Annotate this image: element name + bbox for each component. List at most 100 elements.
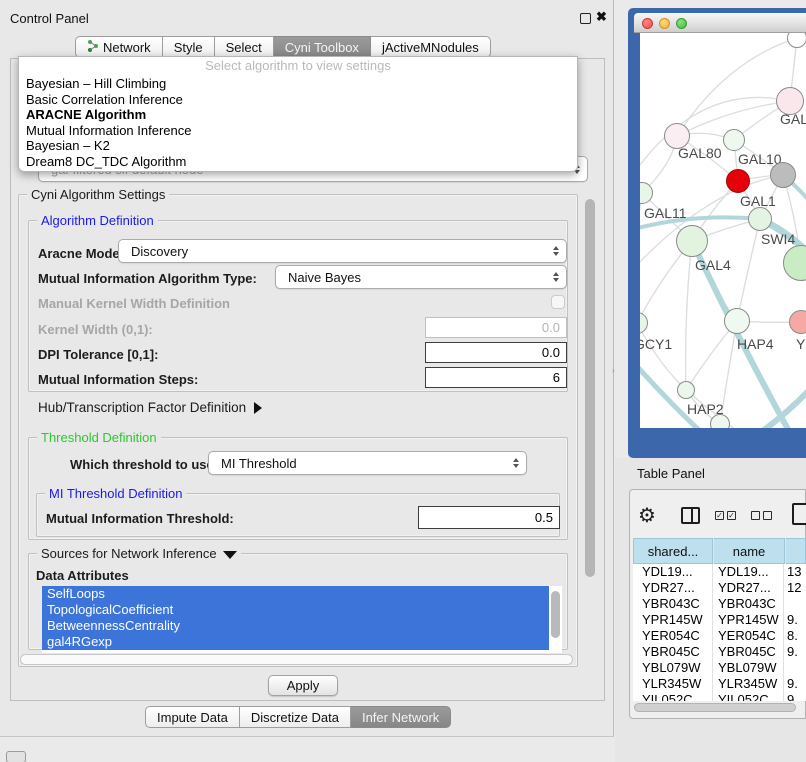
- algorithm-dropdown-popup: Select algorithm to view settings Bayesi…: [18, 56, 578, 172]
- network-node-hap2[interactable]: [677, 381, 695, 399]
- algorithm-option[interactable]: Bayesian – K2: [19, 138, 577, 154]
- mi-threshold-field[interactable]: 0.5: [418, 506, 560, 529]
- network-node-gal10[interactable]: [723, 129, 745, 151]
- network-icon: [87, 39, 99, 56]
- tab-select[interactable]: Select: [215, 36, 274, 58]
- tab-style[interactable]: Style: [163, 36, 215, 58]
- scrollbar-thumb[interactable]: [634, 703, 796, 712]
- column-header[interactable]: [786, 538, 806, 564]
- table-row[interactable]: YIL052CYIL052C9.: [633, 692, 806, 701]
- algorithm-option[interactable]: Dream8 DC_TDC Algorithm: [19, 154, 577, 170]
- table-header-row: shared...name: [633, 538, 806, 564]
- table-cell: YBR043C: [713, 596, 784, 612]
- network-node-swi4[interactable]: [748, 207, 772, 231]
- attribute-list-item[interactable]: gal4RGexp: [42, 634, 549, 650]
- table-cell: 13: [784, 564, 805, 580]
- dpi-tolerance-field[interactable]: 0.0: [425, 342, 567, 363]
- table-cell: [784, 596, 805, 612]
- tab-label: Network: [103, 40, 151, 55]
- panel-resize-grip-icon[interactable]: ›: [612, 367, 617, 374]
- dpi-tolerance-label: DPI Tolerance [0,1]:: [38, 347, 158, 362]
- table-horizontal-scrollbar[interactable]: [631, 702, 804, 714]
- tab-impute-data[interactable]: Impute Data: [145, 706, 240, 728]
- table-cell: YBL079W: [633, 660, 713, 676]
- network-node-y[interactable]: [789, 310, 806, 334]
- apply-button[interactable]: Apply: [268, 675, 338, 696]
- mi-threshold-label: Mutual Information Threshold:: [46, 511, 234, 526]
- node-label: GAL80: [678, 145, 722, 161]
- aracne-mode-value: Discovery: [131, 244, 188, 259]
- split-table-icon[interactable]: [681, 507, 700, 524]
- mi-steps-field[interactable]: 6: [425, 367, 567, 388]
- table-cell: YDL19...: [633, 564, 713, 580]
- table-row[interactable]: YBL079WYBL079W: [633, 660, 806, 676]
- table-row[interactable]: YPR145WYPR145W9.: [633, 612, 806, 628]
- table-cell: 9.: [784, 644, 805, 660]
- which-threshold-combo[interactable]: MI Threshold: [208, 451, 527, 475]
- close-traffic-light-icon[interactable]: [642, 18, 653, 29]
- tab-infer-network[interactable]: Infer Network: [351, 706, 451, 728]
- node-label: HAP4: [737, 336, 774, 352]
- network-node-gal1[interactable]: [726, 169, 750, 193]
- tab-network[interactable]: Network: [75, 36, 163, 58]
- app-root: Control Panel ✖ Network Style SelectCyni T…: [0, 0, 806, 762]
- algorithm-option[interactable]: Bayesian – Hill Climbing: [19, 76, 577, 92]
- tab-discretize-data[interactable]: Discretize Data: [240, 706, 351, 728]
- gear-icon[interactable]: ⚙: [638, 503, 656, 528]
- attribute-list-item[interactable]: SelfLoops: [42, 586, 549, 602]
- algorithm-option[interactable]: Basic Correlation Inference: [19, 92, 577, 108]
- aracne-mode-combo[interactable]: Discovery: [118, 239, 567, 263]
- table-row[interactable]: YBR045CYBR045C9.: [633, 644, 806, 660]
- table-row[interactable]: YLR345WYLR345W9.: [633, 676, 806, 692]
- network-node[interactable]: [710, 414, 730, 428]
- data-attributes-list[interactable]: SelfLoopsTopologicalCoefficientBetweenne…: [42, 586, 562, 653]
- control-panel-title: Control Panel: [10, 11, 89, 26]
- settings-vertical-scrollbar[interactable]: [583, 197, 597, 663]
- table-mode-icon[interactable]: [792, 503, 806, 525]
- hub-definition-toggle[interactable]: Hub/Transcription Factor Definition: [38, 400, 262, 415]
- network-node-gal4[interactable]: [676, 225, 708, 257]
- algorithm-option[interactable]: ARACNE Algorithm: [19, 107, 577, 123]
- manual-kernel-label: Manual Kernel Width Definition: [38, 296, 230, 311]
- table-cell: YDL19...: [713, 564, 784, 580]
- settings-horizontal-scrollbar[interactable]: [20, 654, 573, 665]
- table-row[interactable]: YDR27...YDR27...12: [633, 580, 806, 596]
- scrollbar-thumb[interactable]: [585, 199, 595, 577]
- manual-kernel-checkbox[interactable]: [551, 295, 565, 309]
- table-row[interactable]: YER054CYER054C8.: [633, 628, 806, 644]
- checked-box-icon: ✓: [715, 511, 724, 520]
- close-icon[interactable]: ✖: [596, 9, 607, 25]
- kernel-width-field[interactable]: 0.0: [425, 317, 567, 338]
- tab-jactivemnodules[interactable]: jActiveMNodules: [371, 36, 491, 58]
- network-window-titlebar[interactable]: [634, 13, 806, 33]
- collapsed-panel-stub[interactable]: [6, 751, 26, 762]
- zoom-traffic-light-icon[interactable]: [676, 18, 687, 29]
- table-row[interactable]: YBR043CYBR043C: [633, 596, 806, 612]
- attribute-list-item[interactable]: TopologicalCoefficient: [42, 602, 549, 618]
- sources-group-title[interactable]: Sources for Network Inference: [37, 546, 241, 561]
- list-scrollbar-thumb[interactable]: [551, 591, 560, 638]
- threshold-definition-title: Threshold Definition: [37, 430, 161, 445]
- network-node[interactable]: [770, 162, 796, 188]
- deselect-all-columns-icon[interactable]: [751, 511, 772, 520]
- table-cell: 9.: [784, 692, 805, 701]
- column-header[interactable]: shared...: [633, 538, 713, 564]
- algorithm-option-list: Bayesian – Hill ClimbingBasic Correlatio…: [19, 76, 577, 170]
- table-cell: YPR145W: [713, 612, 784, 628]
- column-header[interactable]: name: [714, 538, 785, 564]
- minimize-traffic-light-icon[interactable]: [659, 18, 670, 29]
- network-node[interactable]: [787, 33, 806, 48]
- algorithm-option[interactable]: Mutual Information Inference: [19, 123, 577, 139]
- algorithm-definition-title: Algorithm Definition: [37, 213, 158, 228]
- attribute-list-item[interactable]: BetweennessCentrality: [42, 618, 549, 634]
- float-window-icon[interactable]: [580, 13, 591, 24]
- mi-type-combo[interactable]: Naive Bayes: [275, 265, 567, 289]
- table-row[interactable]: YDL19...YDL19...13: [633, 564, 806, 580]
- network-canvas[interactable]: GALGAL80GAL10GAL1GAL11SWI4GAL4GCY1HAP4YH…: [640, 33, 806, 428]
- network-node-hap4[interactable]: [724, 308, 750, 334]
- tab-label: Style: [174, 40, 203, 55]
- node-label: SWI4: [761, 231, 795, 247]
- select-all-columns-icon[interactable]: ✓ ✓: [715, 511, 736, 520]
- tab-cyni-toolbox[interactable]: Cyni Toolbox: [274, 36, 371, 58]
- algorithm-combo-placeholder: Select algorithm to view settings: [19, 57, 577, 76]
